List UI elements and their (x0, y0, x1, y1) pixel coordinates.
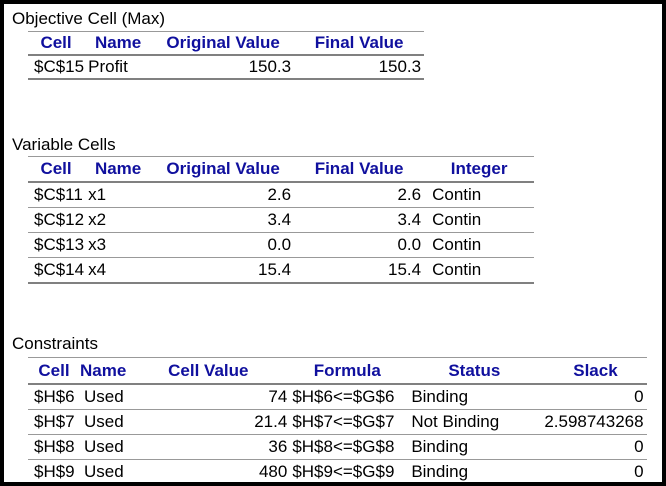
variables-section-title: Variable Cells (12, 135, 116, 154)
table-row: $C$13 x3 0.0 0.0 Contin (28, 232, 535, 258)
slack-value: 2.598743268 (544, 409, 647, 435)
cell-value: 74 (126, 384, 291, 410)
objective-header-row: Cell Name Original Value Final Value (28, 31, 425, 56)
col-header-final-value: Final Value (294, 156, 425, 183)
cell-ref: $H$9 (28, 459, 80, 482)
col-header-cell-value: Cell Value (126, 357, 291, 385)
constraint-formula: $H$7<=$G$7 (290, 409, 405, 435)
cell-ref: $C$14 (28, 257, 85, 284)
slack-value: 0 (544, 384, 647, 410)
original-value: 2.6 (152, 182, 295, 208)
table-row: $H$9 Used 480 $H$9<=$G$9 Binding 0 (28, 459, 647, 482)
table-row: $C$14 x4 15.4 15.4 Contin (28, 257, 535, 284)
col-header-name: Name (84, 31, 153, 56)
col-header-integer: Integer (424, 156, 535, 183)
cell-name: x2 (84, 207, 153, 233)
cell-ref: $H$7 (28, 409, 80, 435)
final-value: 15.4 (294, 257, 425, 284)
cell-name: Used (80, 459, 127, 482)
col-header-status: Status (404, 357, 545, 385)
cell-name: Used (80, 384, 127, 410)
col-header-formula: Formula (290, 357, 405, 385)
col-header-cell: Cell (28, 156, 85, 183)
table-row: $H$7 Used 21.4 $H$7<=$G$7 Not Binding 2.… (28, 409, 647, 435)
cell-name: Profit (84, 55, 153, 80)
table-row: $H$8 Used 36 $H$8<=$G$8 Binding 0 (28, 434, 647, 460)
solver-answer-report: Objective Cell (Max) Cell Name Original … (0, 0, 666, 486)
constraint-status: Not Binding (404, 409, 545, 435)
original-value: 0.0 (152, 232, 295, 258)
integer-type: Contin (424, 257, 535, 284)
col-header-cell: Cell (28, 31, 85, 56)
constraint-formula: $H$9<=$G$9 (290, 459, 405, 482)
constraint-status: Binding (404, 459, 545, 482)
cell-ref: $C$15 (28, 55, 85, 80)
constraints-table: Cell Name Cell Value Formula Status Slac… (28, 357, 647, 482)
slack-value: 0 (544, 459, 647, 482)
original-value: 3.4 (152, 207, 295, 233)
final-value: 2.6 (294, 182, 425, 208)
cell-ref: $C$11 (28, 182, 85, 208)
col-header-final-value: Final Value (294, 31, 425, 56)
objective-section-title: Objective Cell (Max) (12, 9, 166, 28)
variables-header-row: Cell Name Original Value Final Value Int… (28, 156, 535, 183)
col-header-original-value: Original Value (152, 156, 295, 183)
cell-name: Used (80, 409, 127, 435)
cell-ref: $C$12 (28, 207, 85, 233)
cell-name: x1 (84, 182, 153, 208)
variable-cells-table: Cell Name Original Value Final Value Int… (28, 156, 535, 284)
col-header-name: Name (84, 156, 153, 183)
cell-value: 36 (126, 434, 291, 460)
integer-type: Contin (424, 207, 535, 233)
table-row: $C$15 Profit 150.3 150.3 (28, 55, 425, 80)
constraint-status: Binding (404, 384, 545, 410)
cell-ref: $C$13 (28, 232, 85, 258)
final-value: 150.3 (294, 55, 425, 80)
cell-ref: $H$8 (28, 434, 80, 460)
final-value: 3.4 (294, 207, 425, 233)
slack-value: 0 (544, 434, 647, 460)
col-header-original-value: Original Value (152, 31, 295, 56)
integer-type: Contin (424, 232, 535, 258)
table-row: $C$11 x1 2.6 2.6 Contin (28, 182, 535, 208)
constraint-status: Binding (404, 434, 545, 460)
constraint-formula: $H$6<=$G$6 (290, 384, 405, 410)
integer-type: Contin (424, 182, 535, 208)
table-row: $H$6 Used 74 $H$6<=$G$6 Binding 0 (28, 384, 647, 410)
objective-cell-table: Cell Name Original Value Final Value $C$… (28, 31, 425, 80)
cell-name: Used (80, 434, 127, 460)
col-header-slack: Slack (544, 357, 647, 385)
cell-value: 480 (126, 459, 291, 482)
constraint-formula: $H$8<=$G$8 (290, 434, 405, 460)
col-header-cell: Cell (28, 357, 80, 385)
original-value: 15.4 (152, 257, 295, 284)
constraints-section-title: Constraints (12, 334, 98, 353)
original-value: 150.3 (152, 55, 295, 80)
table-row: $C$12 x2 3.4 3.4 Contin (28, 207, 535, 233)
col-header-name: Name (80, 357, 127, 385)
final-value: 0.0 (294, 232, 425, 258)
cell-value: 21.4 (126, 409, 291, 435)
constraints-header-row: Cell Name Cell Value Formula Status Slac… (28, 357, 647, 385)
cell-ref: $H$6 (28, 384, 80, 410)
cell-name: x3 (84, 232, 153, 258)
cell-name: x4 (84, 257, 153, 284)
